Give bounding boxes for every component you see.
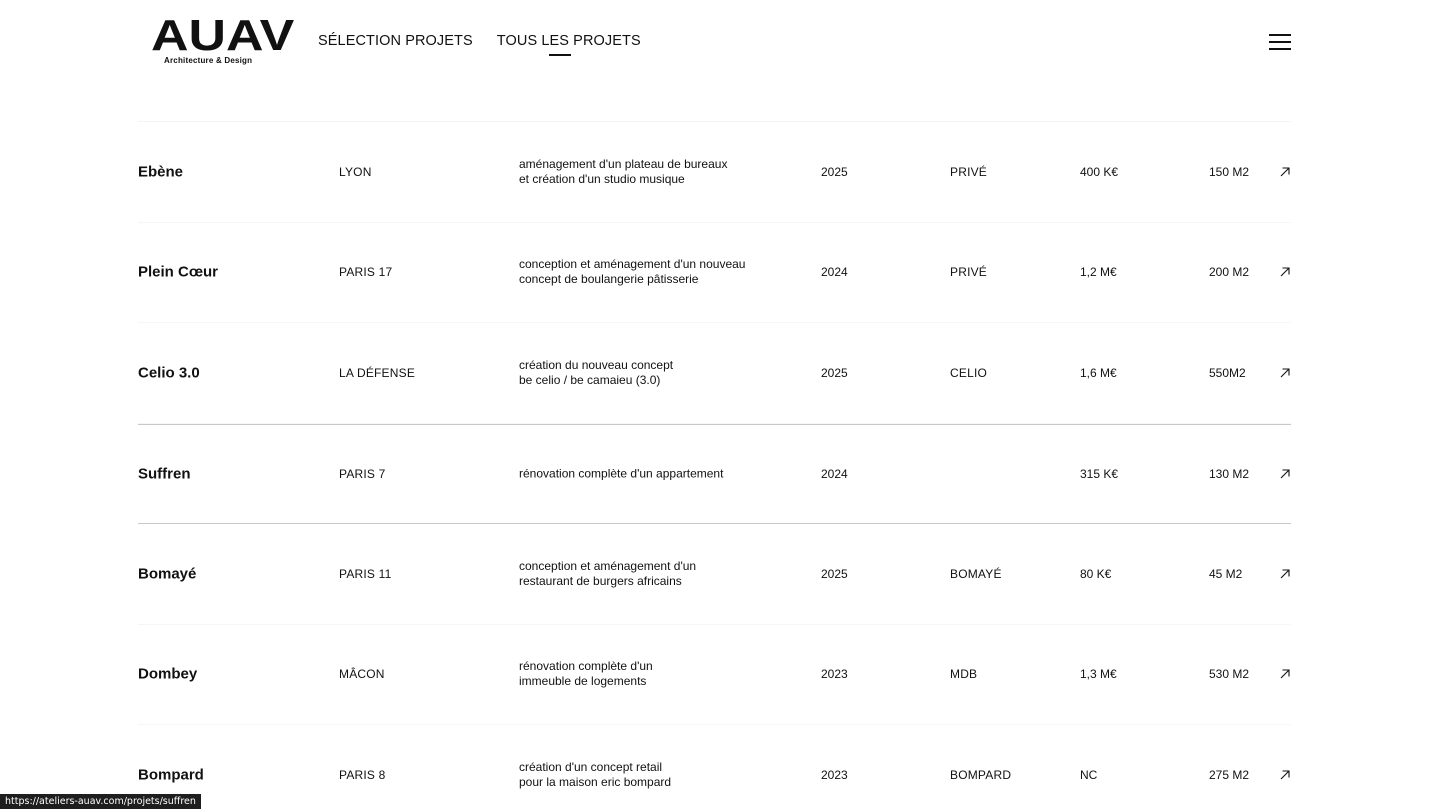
project-client: PRIVÉ [950, 164, 988, 179]
project-description: aménagement d'un plateau de bureaux et cr… [519, 157, 727, 187]
project-location: LYON [339, 164, 372, 179]
project-area: 45 M2 [1209, 566, 1243, 581]
project-name: Bomayé [138, 565, 197, 583]
logo[interactable]: AUAV Architecture & Design [151, 14, 294, 68]
project-client: BOMAYÉ [950, 566, 1002, 581]
project-year: 2024 [821, 466, 848, 481]
project-budget: 1,6 M€ [1080, 365, 1117, 380]
project-location: PARIS 17 [339, 265, 393, 280]
project-description-line: et création d'un studio musique [519, 171, 685, 186]
project-client: CELIO [950, 365, 988, 380]
project-row[interactable]: Dombey MÂCON rénovation complète d'un immeu… [138, 625, 1291, 725]
nav-selection-projets[interactable]: SÉLECTION PROJETS [318, 33, 473, 49]
project-location: LA DÉFENSE [339, 365, 416, 380]
project-location: PARIS 11 [339, 566, 392, 581]
project-year: 2025 [821, 566, 848, 581]
project-name: Celio 3.0 [138, 364, 200, 382]
project-location: PARIS 7 [339, 466, 386, 481]
project-name: Bompard [138, 766, 204, 784]
project-row[interactable]: Ebène LYON aménagement d'un plateau de bur… [138, 122, 1291, 223]
project-area: 130 M2 [1209, 466, 1250, 481]
project-description: rénovation complète d'un appartement [519, 466, 723, 481]
project-description-line: pour la maison eric bompard [519, 774, 672, 789]
project-budget: NC [1080, 767, 1098, 782]
projects-list: Ebène LYON aménagement d'un plateau de bur… [138, 121, 1291, 809]
arrow-up-right-icon[interactable] [1279, 266, 1291, 278]
project-area: 530 M2 [1209, 667, 1250, 682]
arrow-up-right-icon[interactable] [1279, 468, 1291, 480]
arrow-up-right-icon[interactable] [1279, 367, 1291, 379]
project-location: PARIS 8 [339, 767, 386, 782]
project-description-line: rénovation complète d'un appartement [519, 466, 724, 481]
project-budget: 315 K€ [1080, 466, 1119, 481]
project-row[interactable]: Celio 3.0 LA DÉFENSE création du nouveau c… [138, 323, 1291, 424]
logo-subtitle: Architecture & Design [164, 56, 253, 65]
arrow-up-right-icon[interactable] [1279, 568, 1291, 580]
page: AUAV Architecture & Design SÉLECTION PRO… [0, 0, 1429, 809]
project-client: PRIVÉ [950, 265, 988, 280]
project-budget: 80 K€ [1080, 566, 1112, 581]
arrow-up-right-icon[interactable] [1279, 769, 1291, 781]
project-description-line: aménagement d'un plateau de bureaux [519, 156, 728, 171]
project-row[interactable]: Bompard PARIS 8 création d'un concept reta… [138, 725, 1291, 809]
project-year: 2023 [821, 667, 848, 682]
project-area: 275 M2 [1209, 767, 1250, 782]
project-area: 550M2 [1209, 365, 1246, 380]
nav-tous-les-projets[interactable]: TOUS LES PROJETS [497, 33, 641, 56]
status-bar-url: https://ateliers-auav.com/projets/suffre… [0, 794, 201, 809]
project-location: MÂCON [339, 667, 385, 682]
project-description: conception et aménagement d'un restaurant… [519, 559, 696, 589]
project-description-line: création d'un concept retail [519, 759, 663, 774]
project-year: 2025 [821, 365, 848, 380]
project-description: création du nouveau concept be celio / be… [519, 358, 673, 388]
project-name: Plein Cœur [138, 263, 219, 281]
project-year: 2024 [821, 265, 848, 280]
project-description: rénovation complète d'un immeuble de loge… [519, 659, 653, 689]
project-description-line: conception et aménagement d'un [519, 558, 697, 573]
main-nav: SÉLECTION PROJETS TOUS LES PROJETS [318, 33, 641, 56]
site-header: AUAV Architecture & Design SÉLECTION PRO… [0, 0, 1429, 84]
project-year: 2025 [821, 164, 848, 179]
project-area: 200 M2 [1209, 265, 1250, 280]
logo-mark: AUAV [151, 11, 295, 60]
project-description-line: immeuble de logements [519, 674, 647, 689]
project-description: conception et aménagement d'un nouveau co… [519, 257, 745, 287]
project-description-line: concept de boulangerie pâtisserie [519, 272, 699, 287]
project-budget: 1,2 M€ [1080, 265, 1117, 280]
project-description-line: création du nouveau concept [519, 357, 674, 372]
project-description-line: conception et aménagement d'un nouveau [519, 257, 746, 272]
project-client: BOMPARD [950, 767, 1012, 782]
project-description-line: be celio / be camaieu (3.0) [519, 372, 661, 387]
project-row[interactable]: Plein Cœur PARIS 17 conception et aménagem… [138, 223, 1291, 323]
project-description: création d'un concept retail pour la mais… [519, 760, 671, 790]
project-name: Suffren [138, 465, 191, 483]
project-description-line: rénovation complète d'un [519, 659, 653, 674]
hamburger-menu-icon[interactable] [1269, 33, 1291, 50]
project-row[interactable]: Suffren PARIS 7 rénovation complète d'un a… [138, 423, 1291, 524]
project-description-line: restaurant de burgers africains [519, 573, 682, 588]
project-name: Ebène [138, 163, 184, 181]
project-year: 2023 [821, 767, 848, 782]
project-client: MDB [950, 667, 978, 682]
project-budget: 1,3 M€ [1080, 667, 1117, 682]
project-area: 150 M2 [1209, 164, 1250, 179]
arrow-up-right-icon[interactable] [1279, 668, 1291, 680]
project-name: Dombey [138, 665, 198, 683]
arrow-up-right-icon[interactable] [1279, 166, 1291, 178]
project-row[interactable]: Bomayé PARIS 11 conception et aménagement … [138, 524, 1291, 625]
project-budget: 400 K€ [1080, 164, 1119, 179]
